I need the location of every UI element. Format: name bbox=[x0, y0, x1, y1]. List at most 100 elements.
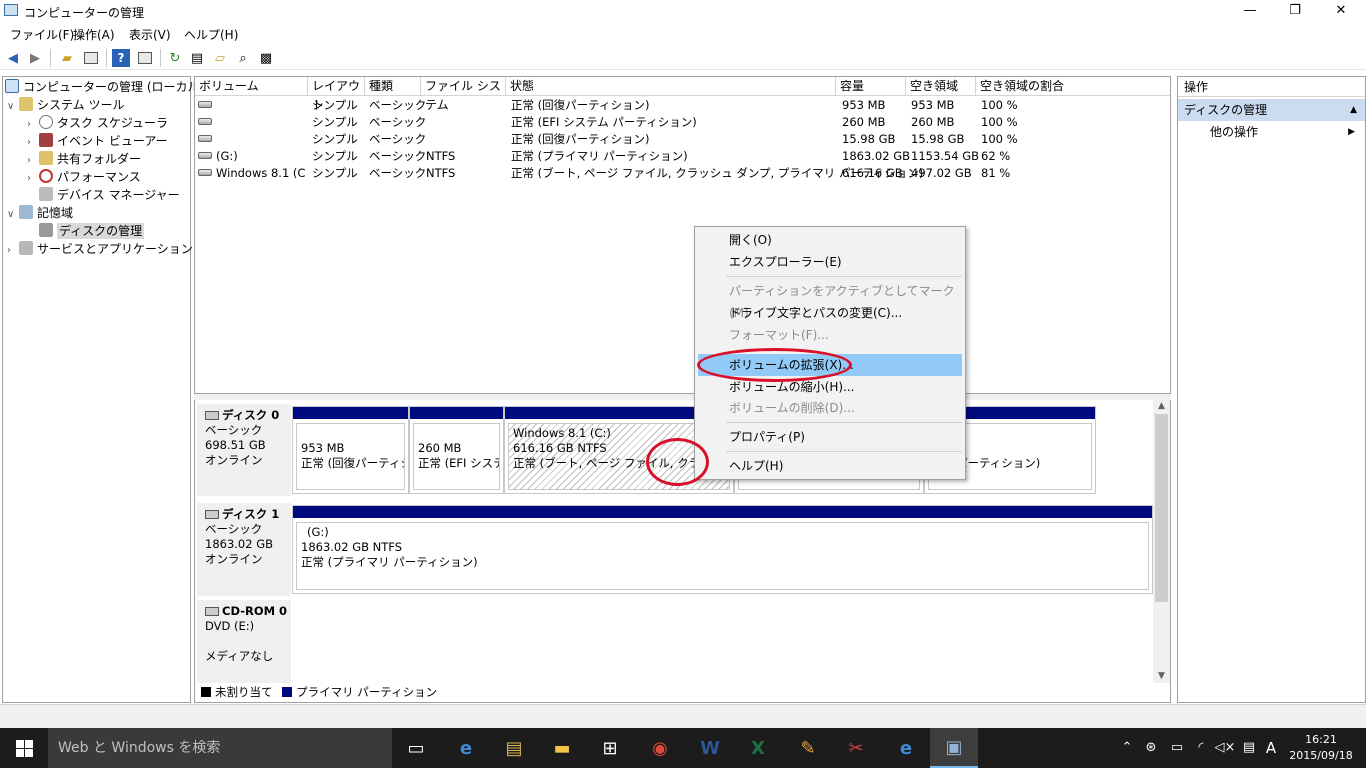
open-icon[interactable]: ▱ bbox=[211, 49, 229, 67]
taskbar: Web と Windows を検索 ▭ e ▤ ▬ ⊞ ◉ W X ✎ ✂ e … bbox=[0, 728, 1366, 768]
volume-muted-icon[interactable]: ◁× bbox=[1214, 728, 1236, 768]
unallocated-swatch bbox=[201, 687, 211, 697]
connect-icon[interactable]: ▤ bbox=[188, 49, 206, 67]
partition-recovery-1[interactable]: 953 MB 正常 (回復パーティシ: bbox=[292, 406, 409, 494]
scroll-up-icon[interactable]: ▲ bbox=[1153, 401, 1170, 411]
tree-item-services-apps[interactable]: › サービスとアプリケーション bbox=[7, 240, 193, 258]
taskbar-search-box[interactable]: Web と Windows を検索 bbox=[48, 728, 392, 768]
chrome-icon[interactable]: ◉ bbox=[636, 728, 684, 768]
forward-arrow-icon[interactable]: ▶ bbox=[26, 49, 44, 67]
clock[interactable]: 16:21 2015/09/18 bbox=[1286, 732, 1356, 764]
disk-0-label[interactable]: ディスク 0 ベーシック 698.51 GB オンライン bbox=[197, 404, 291, 496]
ctx-explorer[interactable]: エクスプローラー(E) bbox=[698, 251, 962, 273]
ctx-open[interactable]: 開く(O) bbox=[698, 229, 962, 251]
column-header-capacity[interactable]: 容量 bbox=[836, 77, 906, 96]
computer-management-icon bbox=[4, 4, 18, 16]
column-header-free-space[interactable]: 空き領域 bbox=[906, 77, 976, 96]
tree-item-storage[interactable]: ∨ 記憶域 bbox=[7, 204, 73, 222]
performance-icon bbox=[39, 169, 53, 183]
ctx-extend-volume[interactable]: ボリュームの拡張(X)... bbox=[698, 354, 962, 376]
internet-explorer-icon[interactable]: e bbox=[882, 728, 930, 768]
menu-action[interactable]: 操作(A) bbox=[73, 26, 115, 43]
tree-item-event-viewer[interactable]: › イベント ビューアー bbox=[27, 132, 168, 150]
tree-item-shared-folders[interactable]: › 共有フォルダー bbox=[27, 150, 141, 168]
tools-icon bbox=[19, 97, 33, 111]
properties-icon[interactable] bbox=[136, 49, 154, 67]
wifi-icon[interactable]: ◜ bbox=[1190, 728, 1212, 768]
actions-section-disk-management[interactable]: ディスクの管理 ▲ bbox=[1178, 99, 1365, 121]
column-header-status[interactable]: 状態 bbox=[506, 77, 836, 96]
collapsed-chevron-icon[interactable]: › bbox=[7, 242, 19, 260]
power-icon[interactable]: ▭ bbox=[1166, 728, 1188, 768]
collapsed-chevron-icon[interactable]: › bbox=[27, 170, 39, 188]
column-header-type[interactable]: 種類 bbox=[365, 77, 421, 96]
scroll-thumb[interactable] bbox=[1155, 414, 1168, 602]
drive-icon bbox=[198, 152, 212, 159]
task-view-icon[interactable]: ▭ bbox=[392, 728, 440, 768]
column-header-filesystem[interactable]: ファイル システム bbox=[421, 77, 506, 112]
tree-item-system-tools[interactable]: ∨ システム ツール bbox=[7, 96, 124, 114]
column-header-layout[interactable]: レイアウト bbox=[308, 77, 365, 112]
collapse-triangle-icon[interactable]: ▲ bbox=[1350, 99, 1357, 121]
disk-map: ディスク 0 ベーシック 698.51 GB オンライン 953 MB 正常 (回… bbox=[194, 400, 1171, 683]
back-arrow-icon[interactable]: ◀ bbox=[4, 49, 22, 67]
title-bar: コンピューターの管理 — ❐ ✕ bbox=[0, 0, 1366, 22]
store-icon[interactable]: ⊞ bbox=[586, 728, 634, 768]
event-viewer-icon bbox=[39, 133, 53, 147]
primary-partition-swatch bbox=[282, 687, 293, 697]
tree-item-task-scheduler[interactable]: › タスク スケジューラ bbox=[27, 114, 168, 132]
up-folder-icon[interactable]: ▰ bbox=[58, 49, 76, 67]
computer-management-taskbar-icon[interactable]: ▣ bbox=[930, 728, 978, 768]
expanded-chevron-icon[interactable]: ∨ bbox=[7, 98, 19, 116]
tree-item-root[interactable]: コンピューターの管理 (ローカル) bbox=[5, 78, 204, 96]
disk-icon bbox=[205, 411, 219, 420]
word-icon[interactable]: W bbox=[686, 728, 734, 768]
help-icon[interactable]: ? bbox=[112, 49, 130, 67]
zoom-icon[interactable]: ▩ bbox=[257, 49, 275, 67]
ctx-mark-active[interactable]: パーティションをアクティブとしてマーク(M) bbox=[698, 280, 962, 320]
ctx-shrink-volume[interactable]: ボリュームの縮小(H)... bbox=[698, 376, 962, 398]
ctx-change-drive-letter[interactable]: ドライブ文字とパスの変更(C)... bbox=[698, 302, 962, 324]
maximize-button[interactable]: ❐ bbox=[1272, 0, 1318, 22]
disk-1-label[interactable]: ディスク 1 ベーシック 1863.02 GB オンライン bbox=[197, 503, 291, 596]
submenu-arrow-icon: ▶ bbox=[1348, 127, 1355, 137]
partition-g[interactable]: (G:) 1863.02 GB NTFS 正常 (プライマリ パーティション) bbox=[292, 505, 1153, 594]
search-icon[interactable]: ⌕ bbox=[234, 49, 252, 67]
close-button[interactable]: ✕ bbox=[1318, 0, 1364, 22]
start-button[interactable] bbox=[0, 728, 48, 768]
snipping-tool-icon[interactable]: ✂ bbox=[832, 728, 880, 768]
windows-logo-icon bbox=[15, 739, 33, 757]
legend: 未割り当て プライマリ パーティション bbox=[194, 683, 1171, 703]
partition-efi[interactable]: 260 MB 正常 (EFI システ bbox=[409, 406, 504, 494]
column-header-free-percent[interactable]: 空き領域の割合 bbox=[976, 77, 1170, 96]
excel-icon[interactable]: X bbox=[734, 728, 782, 768]
scroll-down-icon[interactable]: ▼ bbox=[1153, 671, 1170, 681]
refresh-icon[interactable]: ↻ bbox=[166, 49, 184, 67]
ctx-properties[interactable]: プロパティ(P) bbox=[698, 426, 962, 448]
ime-indicator[interactable]: A bbox=[1262, 728, 1280, 768]
tree-item-performance[interactable]: › パフォーマンス bbox=[27, 168, 141, 186]
network-sync-icon[interactable]: ⊛ bbox=[1140, 728, 1162, 768]
ctx-help[interactable]: ヘルプ(H) bbox=[698, 455, 962, 477]
ctx-delete-volume[interactable]: ボリュームの削除(D)... bbox=[698, 397, 962, 419]
tree-item-disk-management[interactable]: ディスクの管理 bbox=[39, 222, 145, 240]
menu-view[interactable]: 表示(V) bbox=[129, 26, 171, 43]
notifications-icon[interactable]: ▤ bbox=[1238, 728, 1260, 768]
expanded-chevron-icon[interactable]: ∨ bbox=[7, 206, 19, 224]
menu-file[interactable]: ファイル(F) bbox=[10, 26, 74, 43]
ctx-format[interactable]: フォーマット(F)... bbox=[698, 324, 962, 346]
show-hidden-icons-icon[interactable]: ⌃ bbox=[1118, 728, 1136, 768]
cdrom-0-label[interactable]: CD-ROM 0 DVD (E:) メディアなし bbox=[197, 600, 291, 683]
disk-row-0: ディスク 0 ベーシック 698.51 GB オンライン 953 MB 正常 (回… bbox=[195, 404, 1155, 496]
show-hide-tree-icon[interactable] bbox=[82, 49, 100, 67]
disk-map-scrollbar[interactable]: ▲ ▼ bbox=[1153, 400, 1170, 683]
column-header-volume[interactable]: ボリューム bbox=[195, 77, 308, 96]
actions-more[interactable]: 他の操作 ▶ bbox=[1178, 121, 1365, 143]
file-manager-icon[interactable]: ▤ bbox=[490, 728, 538, 768]
minimize-button[interactable]: — bbox=[1227, 0, 1273, 22]
edge-icon[interactable]: e bbox=[442, 728, 490, 768]
menu-help[interactable]: ヘルプ(H) bbox=[184, 26, 238, 43]
tree-item-device-manager[interactable]: デバイス マネージャー bbox=[39, 186, 180, 204]
paint-icon[interactable]: ✎ bbox=[784, 728, 832, 768]
explorer-folder-icon[interactable]: ▬ bbox=[538, 728, 586, 768]
